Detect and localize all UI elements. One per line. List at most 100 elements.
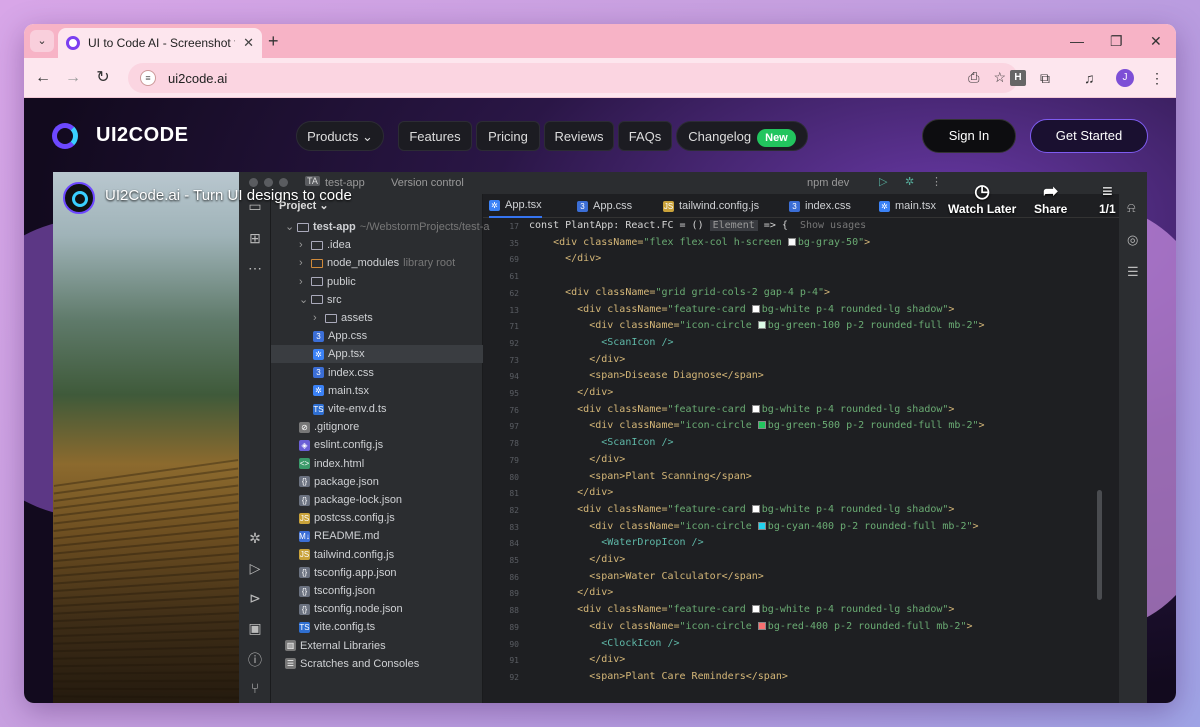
md-file-icon: M↓: [299, 530, 310, 542]
browser-tab[interactable]: UI to Code AI - Screenshot to C ✕: [58, 28, 262, 58]
tree-item-label: External Libraries: [300, 639, 386, 652]
run-config: npm dev: [807, 177, 850, 189]
code-line: <div className="feature-card bg-white p-…: [529, 503, 955, 515]
expand-arrow-icon: ›: [299, 239, 303, 252]
tree-item: {} tsconfig.node.json: [271, 600, 483, 618]
site-info-icon[interactable]: ≡: [140, 70, 156, 86]
back-icon[interactable]: ←: [32, 67, 54, 89]
reload-icon[interactable]: ↻: [92, 67, 114, 89]
git-icon: ⑂: [250, 680, 260, 696]
code-line: <span>Plant Scanning</span>: [529, 470, 752, 482]
menu-kebab-icon[interactable]: ⋮: [1150, 67, 1164, 89]
color-swatch: [751, 605, 760, 614]
folder-icon: [325, 313, 337, 323]
notifications-icon: ⍾: [1127, 200, 1136, 215]
tree-item: ▥ External Libraries: [271, 637, 483, 655]
nav-faqs[interactable]: FAQs: [618, 121, 672, 151]
folder-icon: [311, 240, 323, 250]
restore-icon[interactable]: ❐: [1110, 30, 1123, 52]
tree-item: {} tsconfig.json: [271, 582, 483, 600]
problems-icon: ⓘ: [248, 652, 262, 668]
video-title[interactable]: UI2Code.ai - Turn UI designs to code: [105, 187, 352, 204]
line-number: 79: [509, 455, 519, 465]
extensions-puzzle-icon[interactable]: ⧉: [1040, 67, 1050, 89]
project-panel: Project ⌄ ⌄ test-app ~/WebstormProjects/te…: [271, 194, 489, 703]
code-line: <div className="icon-circle bg-green-500…: [529, 420, 985, 432]
lib-file-icon: ▥: [285, 640, 296, 652]
json-file-icon: {}: [299, 603, 310, 615]
tree-item: › .idea: [271, 236, 483, 254]
sign-in-button[interactable]: Sign In: [922, 119, 1016, 153]
video-player[interactable]: TA test-app Version control npm dev ▷ ✲ …: [53, 172, 1147, 703]
structure-icon: ⊞: [249, 230, 261, 246]
playlist-button[interactable]: ≡ 1/1: [1099, 180, 1116, 216]
editor-tab: ✲ App.tsx: [489, 194, 542, 218]
tree-item-extra: ~/WebstormProjects/test-a: [359, 221, 490, 233]
tree-item: ☰ Scratches and Consoles: [271, 655, 483, 673]
code-line: </div>: [529, 554, 626, 565]
run-icon: ▷: [249, 560, 261, 576]
landscape-image: [53, 172, 240, 703]
code-line: <ClockIcon />: [601, 637, 680, 649]
editor-tab: 3 App.css: [577, 194, 632, 218]
minimize-icon[interactable]: —: [1070, 30, 1084, 52]
code-line: <ScanIcon />: [601, 336, 674, 348]
logo-icon[interactable]: [52, 123, 78, 149]
ide-screenshot: TA test-app Version control npm dev ▷ ✲ …: [239, 172, 1147, 703]
clock-icon: ◷: [974, 181, 990, 201]
nav-pricing[interactable]: Pricing: [476, 121, 540, 151]
color-swatch: [757, 321, 766, 330]
code-line: </div>: [529, 487, 614, 499]
line-number: 84: [509, 539, 519, 549]
forward-icon[interactable]: →: [62, 67, 84, 89]
tree-item: <> index.html: [271, 455, 483, 473]
line-number: 89: [509, 589, 519, 599]
line-number: 95: [509, 389, 519, 398]
tree-item: TS vite.config.ts: [271, 618, 483, 636]
url-text[interactable]: ui2code.ai: [168, 71, 227, 86]
logo-text[interactable]: UI2CODE: [96, 124, 188, 147]
expand-arrow-icon: ›: [313, 312, 317, 324]
tab-search-icon[interactable]: ⌄: [30, 30, 54, 52]
tree-item-label: App.tsx: [328, 348, 365, 361]
tree-item: TS vite-env.d.ts: [271, 400, 483, 418]
nav-changelog-label: Changelog: [688, 129, 752, 144]
extension-icon[interactable]: H: [1010, 70, 1026, 86]
channel-avatar[interactable]: [63, 182, 95, 214]
line-number: 81: [509, 489, 519, 499]
tab-strip: ⌄ UI to Code AI - Screenshot to C ✕ + — …: [24, 24, 1176, 58]
folder-icon: [311, 277, 323, 287]
nav-changelog[interactable]: Changelog New: [676, 121, 808, 151]
media-controls-icon[interactable]: ♫: [1084, 67, 1095, 89]
tree-item-label: postcss.config.js: [314, 512, 395, 525]
nav-reviews[interactable]: Reviews: [544, 121, 614, 151]
watch-later-button[interactable]: ◷ Watch Later: [948, 180, 1016, 216]
tree-item-label: public: [327, 275, 356, 288]
tree-item-label: Scratches and Consoles: [300, 657, 420, 670]
share-button[interactable]: ➦ Share: [1034, 180, 1067, 216]
code-line: <span>Plant Care Reminders</span>: [529, 670, 788, 682]
browser-toolbar: ← → ↻ ≡ ui2code.ai ⎙ ☆ H ⧉ ♫ J ⋮: [24, 58, 1176, 98]
tree-item-label: src: [327, 293, 342, 306]
install-app-icon[interactable]: ⎙: [968, 69, 979, 86]
code-line: </div>: [529, 453, 626, 465]
close-tab-icon[interactable]: ✕: [243, 35, 254, 51]
line-number: 17: [509, 222, 519, 231]
editor-tab: JS tailwind.config.js: [663, 200, 760, 212]
run-icon: ▷: [879, 176, 888, 188]
nav-products[interactable]: Products ⌄: [296, 121, 384, 151]
close-window-icon[interactable]: ✕: [1150, 30, 1162, 52]
get-started-button[interactable]: Get Started: [1030, 119, 1148, 153]
profile-avatar[interactable]: J: [1116, 69, 1134, 87]
tree-item-label: main.tsx: [328, 384, 369, 397]
bookmark-star-icon[interactable]: ☆: [993, 69, 1006, 86]
json-file-icon: {}: [299, 567, 310, 579]
new-tab-icon[interactable]: +: [268, 30, 279, 52]
address-bar[interactable]: ≡ ui2code.ai ⎙ ☆: [128, 63, 1018, 93]
code-line: <WaterDropIcon />: [601, 537, 704, 549]
tree-item: {} package.json: [271, 473, 483, 491]
tree-item-label: tsconfig.app.json: [314, 566, 397, 579]
nav-features[interactable]: Features: [398, 121, 472, 151]
tree-item: ⊘ .gitignore: [271, 418, 483, 436]
browser-window: ⌄ UI to Code AI - Screenshot to C ✕ + — …: [24, 24, 1176, 703]
